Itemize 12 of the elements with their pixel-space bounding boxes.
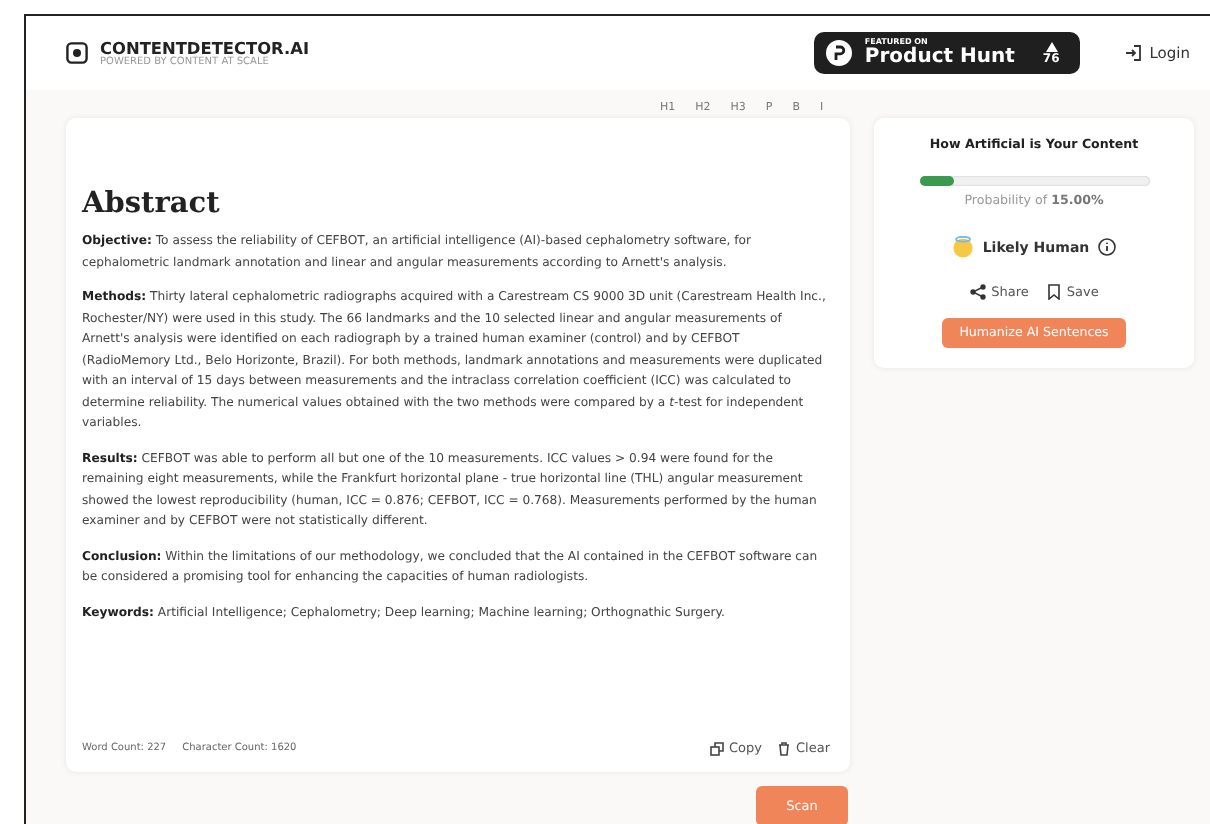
share-icon [969, 284, 986, 300]
brand-name: CONTENTDETECTOR.AI [100, 39, 310, 56]
trash-icon [778, 741, 790, 755]
upvote-icon [1045, 41, 1058, 52]
copy-icon [709, 741, 723, 755]
login-icon [1123, 44, 1142, 63]
halo-emoji-icon [952, 236, 975, 258]
info-icon[interactable] [1097, 238, 1116, 256]
product-hunt-logo [826, 40, 853, 67]
abstract-heading: Abstract [82, 186, 222, 220]
logo-icon [66, 42, 88, 65]
bookmark-icon [1048, 284, 1061, 300]
